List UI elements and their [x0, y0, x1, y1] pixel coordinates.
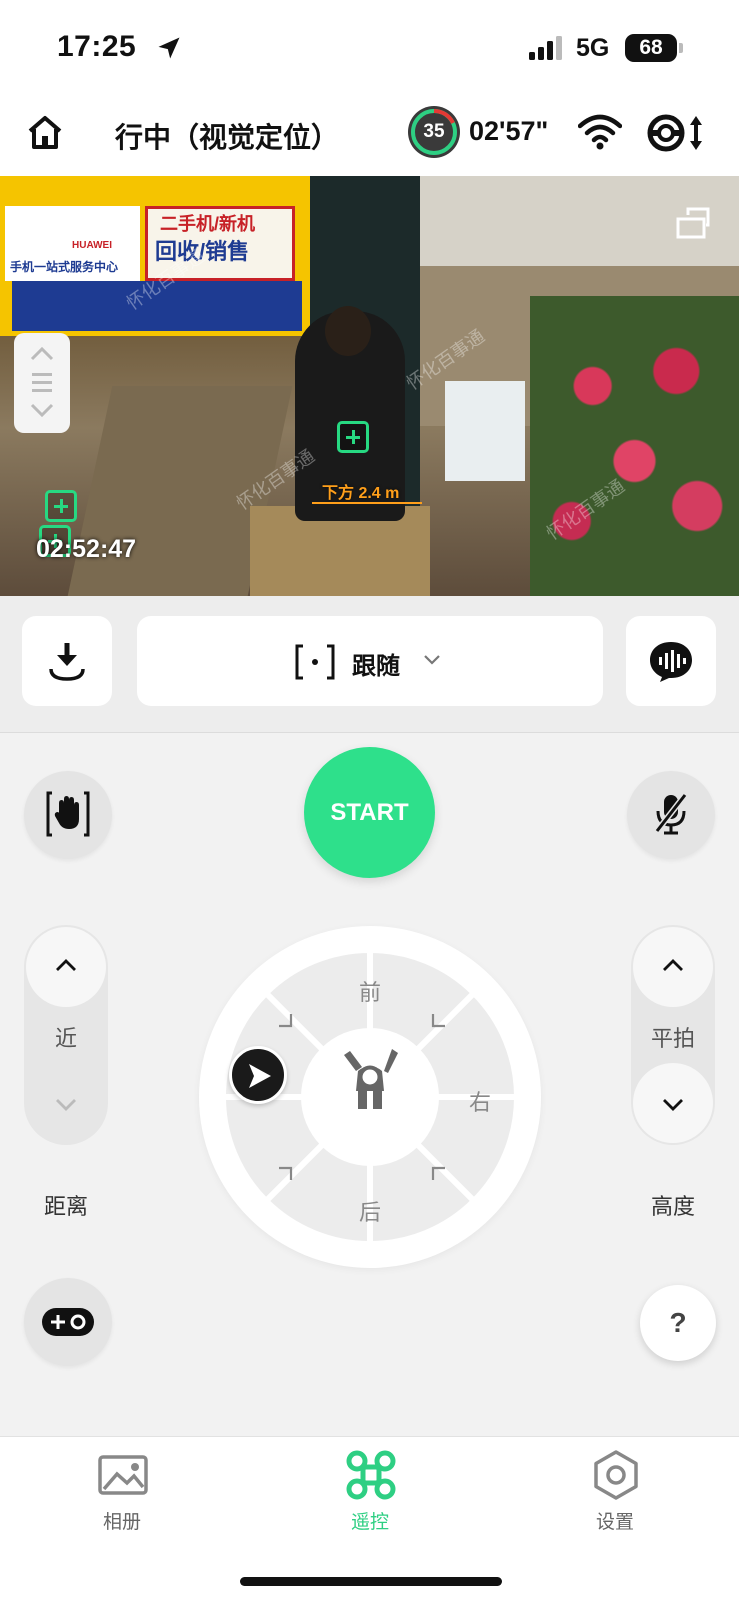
- direction-front-label: 前: [358, 980, 381, 1005]
- remote-control-panel: START 近 距离 平拍 高度 前 后 右 ?: [0, 732, 739, 1436]
- mode-toolbar: 跟随: [0, 596, 739, 732]
- tab-remote-label: 遥控: [350, 1512, 389, 1533]
- settings-icon: [594, 1450, 638, 1500]
- zoom-control[interactable]: [14, 333, 70, 433]
- chevron-down-icon: [663, 1099, 683, 1111]
- tab-album[interactable]: 相册: [62, 1449, 182, 1539]
- distance-down-button[interactable]: [26, 1063, 106, 1143]
- direction-left-button[interactable]: [229, 1046, 287, 1104]
- network-type: 5G: [576, 34, 610, 62]
- tracking-target-main[interactable]: [337, 421, 369, 453]
- direction-right-label: 右: [468, 1090, 491, 1115]
- altitude-below-label: 下方 2.4 m: [322, 485, 400, 502]
- location-arrow-icon: [158, 37, 180, 59]
- camera-scene-person-head: [325, 306, 371, 356]
- palm-gesture-icon: [46, 791, 90, 837]
- chevron-down-icon: [424, 655, 440, 665]
- tab-remote[interactable]: 遥控: [310, 1449, 430, 1539]
- status-bar: 17:25 5G 68: [0, 0, 739, 100]
- altitude-indicator-line: [312, 502, 422, 504]
- follow-mode-icon: [295, 644, 335, 680]
- camera-scene-sign-blue: [12, 281, 302, 331]
- tracking-target-person[interactable]: [45, 490, 77, 522]
- gesture-control-button[interactable]: [24, 771, 112, 859]
- camera-scene-flowers: [530, 296, 739, 596]
- height-down-button[interactable]: [633, 1063, 713, 1143]
- distance-caption: 距离: [43, 1194, 88, 1219]
- zoom-icon: [30, 346, 54, 418]
- drone-icon: [346, 1450, 396, 1500]
- album-icon: [98, 1455, 148, 1495]
- battery-cap: [679, 43, 683, 53]
- flight-status-title: 行中（视觉定位）: [115, 122, 340, 153]
- home-icon[interactable]: [26, 114, 64, 152]
- distance-value: 近: [54, 1026, 77, 1051]
- play-arrow-icon: [249, 1064, 271, 1088]
- expand-view-icon[interactable]: [676, 205, 710, 239]
- height-caption: 高度: [650, 1194, 695, 1219]
- person-top-view-icon: [344, 1049, 398, 1109]
- bottom-tab-bar: 相册 遥控 设置: [0, 1436, 739, 1600]
- cellular-signal-icon: [529, 36, 562, 60]
- app-header: 行中（视觉定位） 35 02'57": [0, 100, 739, 176]
- tab-settings[interactable]: 设置: [555, 1449, 675, 1539]
- download-landing-icon: [49, 643, 85, 681]
- height-control: 平拍: [631, 925, 715, 1145]
- chevron-up-icon: [663, 959, 683, 971]
- land-download-button[interactable]: [22, 616, 112, 706]
- drone-altitude-icon[interactable]: [646, 112, 712, 154]
- gamepad-icon: [42, 1308, 94, 1336]
- mute-mic-button[interactable]: [627, 771, 715, 859]
- help-button[interactable]: ?: [640, 1285, 716, 1361]
- voice-assistant-button[interactable]: [626, 616, 716, 706]
- chevron-down-icon: [56, 1099, 76, 1111]
- start-button[interactable]: START: [304, 747, 435, 878]
- remaining-flight-time: 02'57": [469, 116, 549, 146]
- chevron-up-icon: [56, 959, 76, 971]
- tab-album-label: 相册: [102, 1512, 141, 1533]
- flight-mode-label: 跟随: [352, 653, 400, 680]
- flight-mode-selector[interactable]: 跟随: [137, 616, 603, 706]
- help-button-label: ?: [669, 1307, 687, 1338]
- scene-text-2: 回收/销售: [155, 239, 250, 264]
- scene-text-4: HUAWEI: [72, 240, 112, 251]
- height-up-button[interactable]: [633, 927, 713, 1007]
- tab-settings-label: 设置: [595, 1512, 634, 1533]
- phone-battery: 68: [625, 34, 677, 62]
- drone-battery-level: 35: [423, 121, 445, 142]
- distance-control: 近: [24, 925, 108, 1145]
- wifi-icon: [578, 114, 622, 150]
- scene-text-3: 手机一站式服务中心: [10, 260, 119, 274]
- start-button-label: START: [330, 799, 409, 826]
- status-time: 17:25: [57, 30, 137, 63]
- voice-chat-icon: [650, 642, 692, 682]
- camera-scene-box: [445, 381, 525, 481]
- distance-up-button[interactable]: [26, 927, 106, 1007]
- scene-text-1: 二手机/新机: [160, 214, 256, 234]
- mic-off-icon: [654, 793, 688, 835]
- home-indicator[interactable]: [240, 1577, 502, 1586]
- gamepad-toggle-button[interactable]: [24, 1278, 112, 1366]
- phone-battery-level: 68: [639, 36, 663, 59]
- height-value: 平拍: [650, 1026, 695, 1051]
- direction-back-label: 后: [358, 1200, 381, 1225]
- camera-feed[interactable]: 二手机/新机 回收/销售 手机一站式服务中心 HUAWEI 怀化百事通 怀化百事…: [0, 176, 739, 596]
- recording-timer: 02:52:47: [36, 535, 137, 563]
